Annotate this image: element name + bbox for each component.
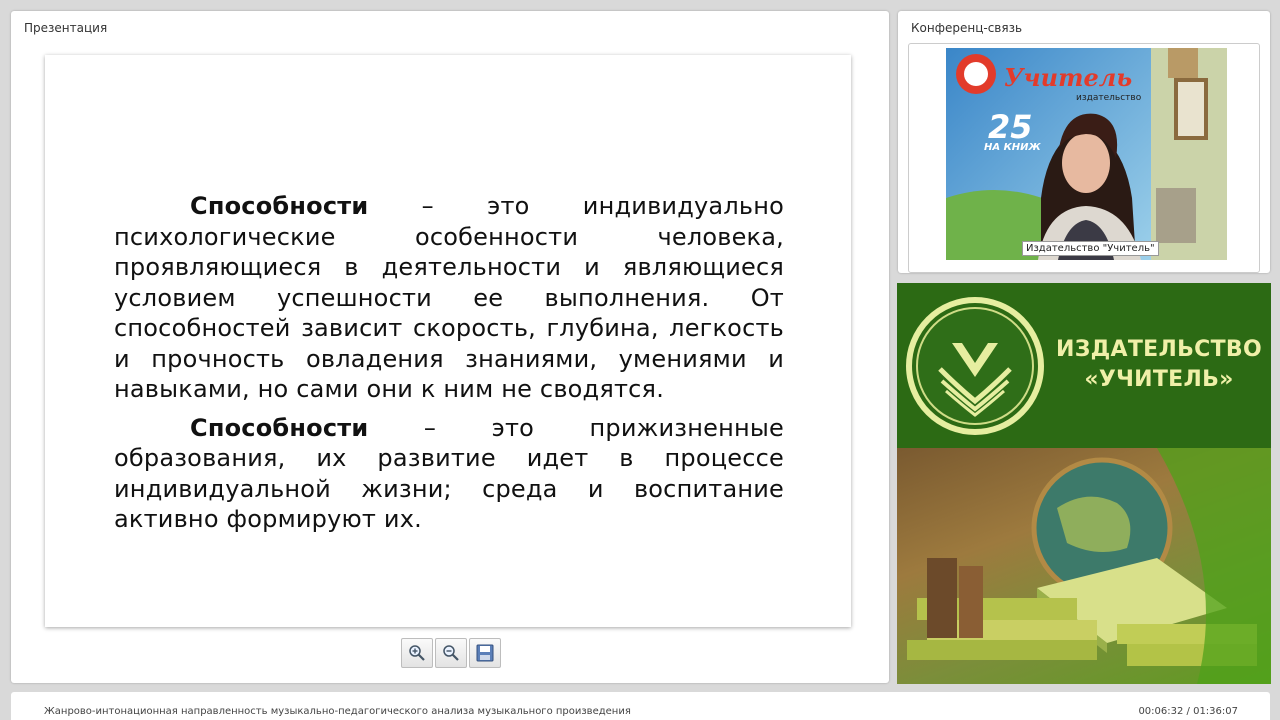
- zoom-in-button[interactable]: [401, 638, 433, 668]
- slide-term-1: Способности: [190, 192, 369, 220]
- video-frame: Учитель издательство 25 НА КНИЖ Издатель…: [908, 43, 1260, 273]
- backdrop-sub-text: издательство: [1076, 93, 1142, 103]
- uchitel-logo-icon: [906, 297, 1044, 435]
- presentation-panel-title: Презентация: [24, 21, 108, 35]
- banner-brand-text: ИЗДАТЕЛЬСТВО «УЧИТЕЛЬ»: [1049, 335, 1269, 395]
- slide-toolbar: [401, 638, 501, 668]
- conference-panel: Конференц-связь Учитель издательство 25 …: [898, 11, 1270, 273]
- slide-text: Способности – это индивидуально психолог…: [114, 191, 784, 543]
- camera-name-label: Издательство "Учитель": [1022, 241, 1159, 256]
- presentation-panel: Презентация Способности – это индивидуал…: [11, 11, 889, 683]
- zoom-out-button[interactable]: [435, 638, 467, 668]
- playback-time: 00:06:32 / 01:36:07: [1138, 706, 1238, 717]
- slide-paragraph-2: Способности – это прижизненные образован…: [114, 413, 784, 535]
- banner-line-2: «УЧИТЕЛЬ»: [1084, 367, 1234, 392]
- banner-line-1: ИЗДАТЕЛЬСТВО: [1056, 337, 1262, 362]
- backdrop-logo-text: Учитель: [1004, 63, 1132, 92]
- webcam-scene: Учитель издательство 25 НА КНИЖ: [946, 48, 1227, 260]
- backdrop-years-caption: НА КНИЖ: [984, 142, 1042, 153]
- webcam-video[interactable]: Учитель издательство 25 НА КНИЖ Издатель…: [946, 48, 1227, 260]
- lecture-title: Жанрово-интонационная направленность муз…: [44, 706, 631, 717]
- slide-term-2: Способности: [190, 413, 369, 442]
- presentation-slide: Способности – это индивидуально психолог…: [45, 55, 851, 627]
- banner-image: [897, 448, 1271, 684]
- save-button[interactable]: [469, 638, 501, 668]
- publisher-banner: ИЗДАТЕЛЬСТВО «УЧИТЕЛЬ»: [897, 283, 1271, 684]
- slide-paragraph-1: Способности – это индивидуально психолог…: [114, 191, 784, 405]
- conference-panel-title: Конференц-связь: [911, 21, 1023, 35]
- zoom-in-icon: [409, 645, 425, 661]
- slide-paragraph-1-text: – это индивидуально психологические особ…: [114, 192, 784, 403]
- backdrop-years: 25: [988, 108, 1033, 146]
- books-globe-image: [907, 448, 1271, 684]
- zoom-out-icon: [443, 645, 459, 661]
- banner-header: ИЗДАТЕЛЬСТВО «УЧИТЕЛЬ»: [897, 283, 1271, 448]
- footer-bar: Жанрово-интонационная направленность муз…: [11, 692, 1270, 720]
- save-icon: [476, 644, 494, 662]
